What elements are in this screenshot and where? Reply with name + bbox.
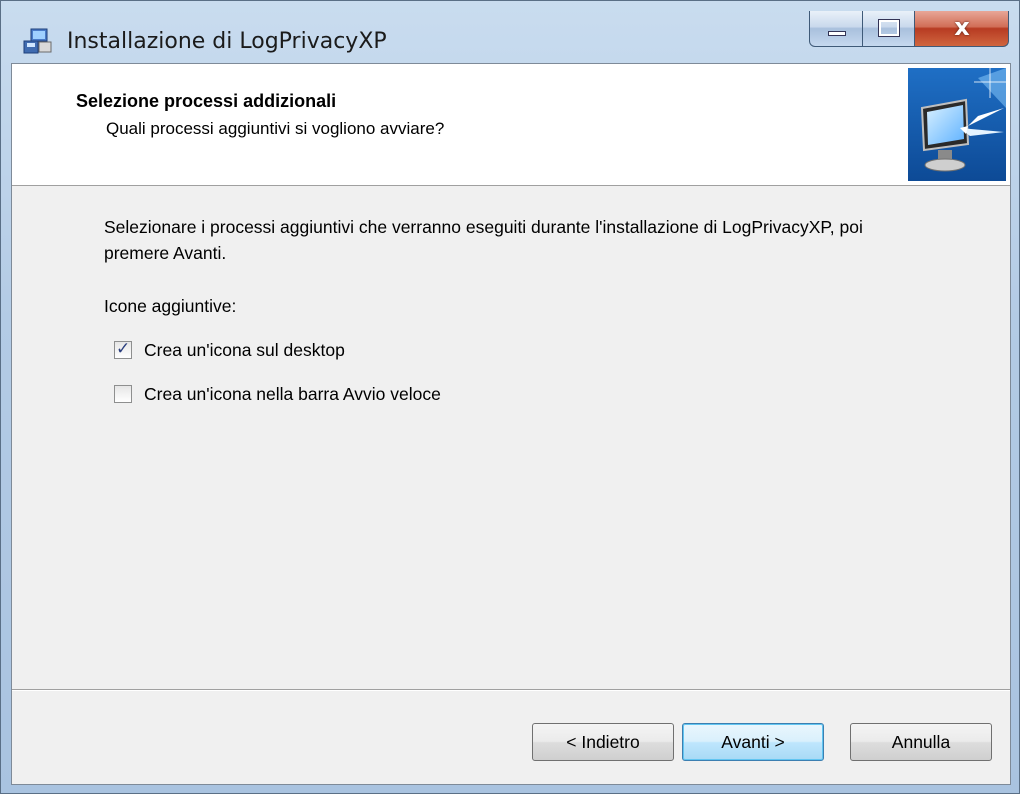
option-desktop-icon[interactable]: ✓ Crea un'icona sul desktop [114, 338, 345, 362]
wizard-client-area: Selezione processi addizionali Quali pro… [11, 63, 1011, 785]
close-icon: x [954, 13, 970, 41]
checkbox-quicklaunch-icon[interactable] [114, 385, 132, 403]
intro-text: Selezionare i processi aggiuntivi che ve… [104, 217, 863, 263]
minimize-icon [828, 31, 846, 36]
checkmark-icon: ✓ [116, 339, 131, 359]
footer-separator [12, 689, 1010, 691]
next-button[interactable]: Avanti > [682, 723, 824, 761]
option-quicklaunch-icon[interactable]: Crea un'icona nella barra Avvio veloce [114, 382, 441, 406]
close-button[interactable]: x [915, 11, 1009, 47]
cancel-button[interactable]: Annulla [850, 723, 992, 761]
page-subtitle: Quali processi aggiuntivi si vogliono av… [106, 119, 445, 138]
maximize-button[interactable] [863, 11, 915, 47]
back-button[interactable]: < Indietro [532, 723, 674, 761]
computer-monitor-icon [908, 68, 1006, 181]
checkbox-desktop-icon[interactable]: ✓ [114, 339, 132, 359]
minimize-button[interactable] [809, 11, 863, 47]
caption-buttons: x [809, 11, 1009, 49]
maximize-icon [878, 19, 900, 37]
option-label[interactable]: Crea un'icona nella barra Avvio veloce [144, 384, 441, 405]
title-bar[interactable]: Installazione di LogPrivacyXP x [1, 1, 1019, 63]
group-label: Icone aggiuntive: [104, 296, 237, 316]
wizard-header: Selezione processi addizionali Quali pro… [12, 64, 1010, 186]
installer-window: Installazione di LogPrivacyXP x Selezion… [0, 0, 1020, 794]
page-title: Selezione processi addizionali [76, 91, 337, 111]
window-title: Installazione di LogPrivacyXP [67, 29, 387, 54]
installer-icon [23, 28, 53, 54]
option-label[interactable]: Crea un'icona sul desktop [144, 340, 345, 361]
